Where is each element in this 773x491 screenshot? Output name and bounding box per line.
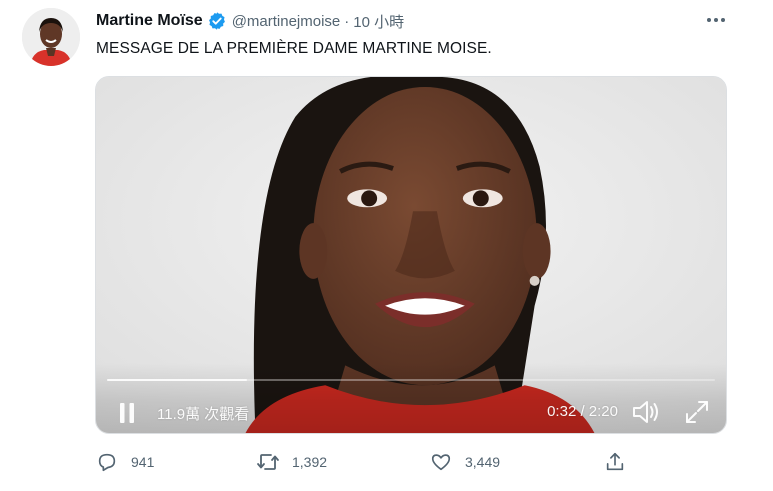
- more-options-icon[interactable]: [702, 8, 730, 32]
- fullscreen-icon[interactable]: [682, 398, 712, 426]
- progress-bar[interactable]: [107, 379, 715, 381]
- reply-count: 941: [131, 454, 155, 470]
- volume-icon[interactable]: [630, 398, 662, 426]
- like-icon: [429, 450, 453, 474]
- video-time: 0:32 / 2:20: [547, 403, 618, 420]
- tweet-header: Martine Moïse @martinejmoise · 10 小時: [96, 9, 404, 33]
- verified-badge-icon: [207, 11, 227, 31]
- display-name[interactable]: Martine Moïse: [96, 12, 203, 30]
- timestamp[interactable]: 10 小時: [353, 11, 404, 32]
- retweet-count: 1,392: [292, 454, 328, 470]
- like-button[interactable]: 3,449: [429, 449, 500, 475]
- video-player[interactable]: 11.9萬 次觀看 0:32 / 2:20: [95, 76, 727, 434]
- retweet-button[interactable]: 1,392: [256, 449, 327, 475]
- retweet-icon: [256, 450, 280, 474]
- tweet-text: MESSAGE DE LA PREMIÈRE DAME MARTINE MOIS…: [96, 40, 492, 57]
- progress-fill: [107, 379, 247, 381]
- reply-button[interactable]: 941: [95, 449, 154, 475]
- avatar[interactable]: [22, 8, 80, 66]
- user-handle[interactable]: @martinejmoise: [232, 13, 341, 30]
- tweet-actions: 941 1,392 3,449: [95, 449, 655, 475]
- video-controls: 11.9萬 次觀看 0:32 / 2:20: [96, 363, 726, 433]
- share-icon: [603, 450, 627, 474]
- tweet-card[interactable]: Martine Moïse @martinejmoise · 10 小時 MES…: [0, 0, 773, 491]
- pause-icon[interactable]: [116, 400, 138, 426]
- like-count: 3,449: [465, 454, 501, 470]
- share-button[interactable]: [603, 449, 627, 475]
- separator-dot: ·: [344, 12, 350, 30]
- reply-icon: [95, 450, 119, 474]
- view-count: 11.9萬 次觀看: [157, 406, 250, 423]
